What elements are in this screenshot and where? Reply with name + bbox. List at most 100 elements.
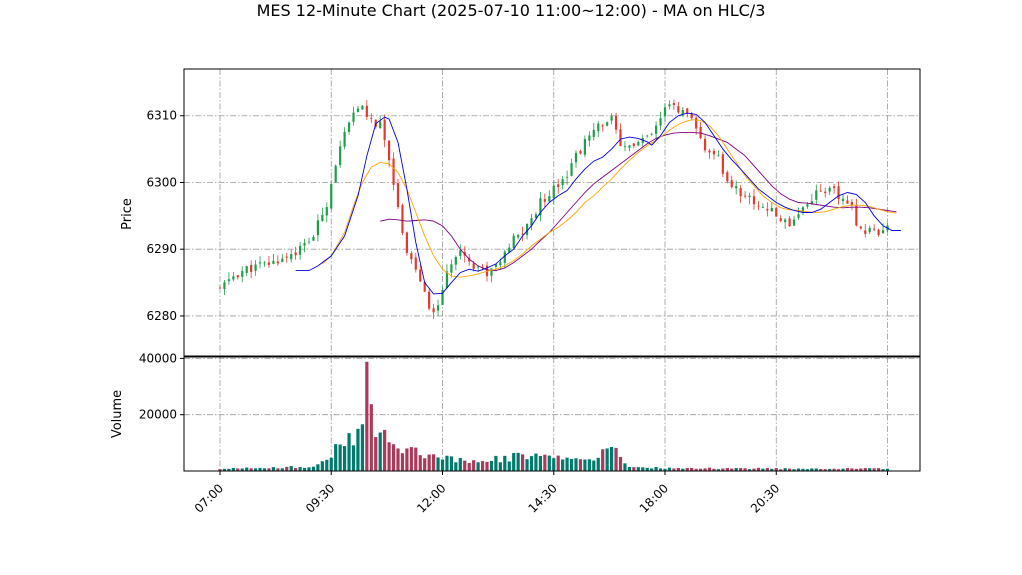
volume-bar (569, 458, 574, 471)
volume-bar (387, 442, 391, 471)
volume-bar (529, 456, 534, 471)
candle-body (779, 218, 782, 221)
volume-bar (632, 467, 636, 471)
volume-bar (405, 448, 409, 471)
candle-body (472, 263, 475, 269)
volume-bar (423, 458, 427, 471)
candle-body (655, 125, 658, 134)
candle-body (788, 218, 791, 227)
volume-bar (285, 466, 289, 471)
volume-bar (601, 449, 605, 471)
volume-bar (498, 462, 502, 471)
volume-bar (561, 459, 565, 471)
volume-bar (343, 446, 347, 471)
volume-axis-label: Volume (110, 390, 125, 438)
candle-body (436, 305, 440, 311)
volume-bar (365, 361, 369, 471)
candle-body (681, 109, 684, 115)
candle-body (646, 135, 649, 137)
candle-body (784, 219, 787, 223)
candle-body (717, 154, 720, 156)
candle-body (566, 176, 569, 178)
volume-bar (667, 467, 672, 471)
candle-body (819, 190, 822, 192)
candle-body (245, 266, 248, 273)
volume-panel-frame (183, 356, 921, 472)
volume-bar (578, 459, 583, 471)
volume-bar (289, 466, 293, 471)
candle-body (432, 308, 435, 313)
volume-bar (480, 461, 485, 471)
candle-body (806, 204, 809, 207)
candle-body (677, 106, 680, 113)
candle-body (828, 187, 831, 192)
volume-bar (636, 467, 640, 471)
candle-body (601, 125, 604, 127)
volume-bar (378, 432, 382, 471)
candle-body (579, 151, 582, 154)
candle-body (606, 122, 609, 126)
volume-bar (618, 456, 623, 471)
volume-bar (574, 458, 578, 471)
candle-body (881, 230, 885, 234)
candle-body (401, 205, 404, 233)
volume-bar (467, 463, 471, 471)
volume-bar (525, 459, 529, 471)
candle-body (263, 262, 266, 264)
candle-body (299, 245, 302, 255)
candle-body (454, 256, 457, 265)
candle-body (388, 140, 391, 161)
volume-bar (610, 446, 614, 471)
candle-body (490, 268, 493, 276)
candle-body (241, 271, 244, 277)
volume-bar (507, 461, 511, 471)
candle-body (588, 135, 591, 141)
volume-bar (409, 447, 413, 471)
candle-body (846, 200, 849, 204)
volume-bar (516, 452, 520, 471)
volume-bar (356, 428, 360, 471)
x-tick-label: 09:30 (303, 481, 337, 515)
volume-bar (458, 458, 462, 471)
volume-bar (592, 460, 596, 471)
candle-body (267, 262, 271, 265)
volume-y-tick-label: 40000 (139, 351, 177, 365)
candle-body (356, 108, 360, 112)
candle-body (752, 196, 756, 205)
candle-body (218, 287, 222, 289)
volume-bar (369, 404, 373, 471)
candle-body (574, 152, 578, 163)
candle-body (570, 163, 573, 176)
candle-body (392, 158, 395, 185)
candle-body (797, 214, 800, 218)
volume-bar (627, 467, 631, 471)
volume-bar (476, 462, 480, 471)
volume-bar (538, 456, 542, 471)
candle-body (250, 264, 253, 273)
volume-bar (614, 447, 618, 471)
candle-body (775, 207, 778, 217)
candle-body (459, 250, 462, 256)
candle-body (347, 122, 351, 132)
candle-body (330, 183, 333, 209)
candle-body (303, 242, 306, 246)
volume-bar (641, 467, 645, 471)
volume-bar (396, 448, 400, 471)
candle-body (477, 266, 480, 268)
candle-body (450, 264, 453, 273)
candle-body (703, 138, 707, 151)
candle-body (561, 179, 564, 186)
candle-body (619, 129, 622, 147)
candle-body (637, 142, 640, 146)
candle-body (419, 269, 422, 282)
candle-body (748, 195, 751, 198)
volume-bar (391, 444, 396, 471)
volume-bar (605, 448, 609, 471)
candle-body (334, 165, 337, 183)
candle-body (766, 208, 769, 211)
candle-body (557, 184, 560, 187)
candle-body (712, 151, 716, 155)
candle-body (445, 271, 449, 288)
price-y-tick-label: 6300 (146, 175, 177, 189)
volume-bar (307, 467, 311, 471)
